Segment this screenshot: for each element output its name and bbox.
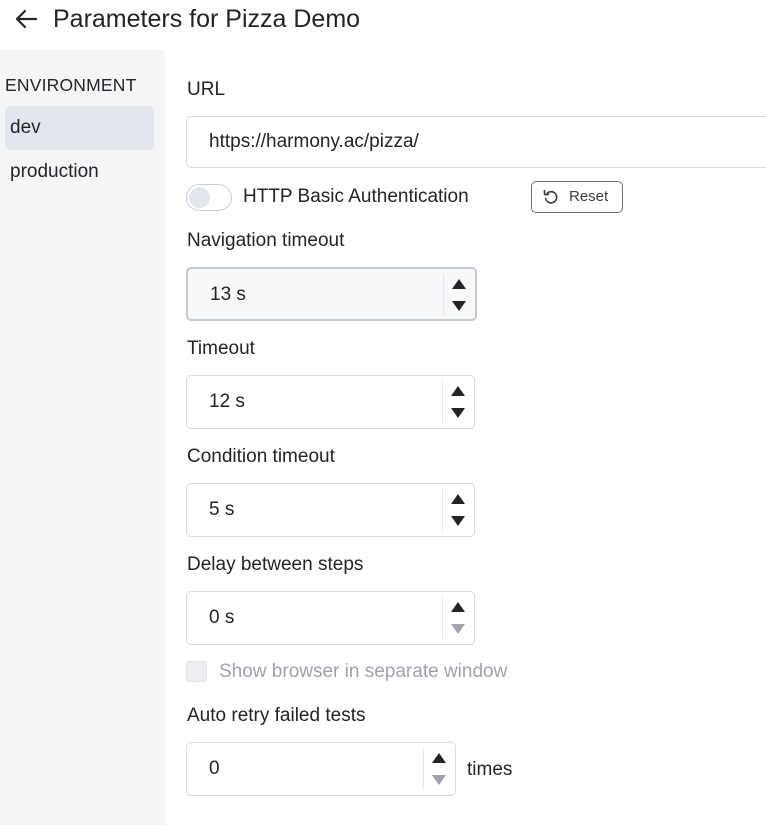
condition-timeout-decrement[interactable] [448,513,468,529]
timeout-decrement[interactable] [448,405,468,421]
navigation-timeout-increment[interactable] [449,276,469,292]
auto-retry-decrement[interactable] [429,772,449,788]
parameters-form: URL https://harmony.ac/pizza/ HTTP Basic… [165,50,766,825]
triangle-down-icon [432,775,446,785]
page-title: Parameters for Pizza Demo [53,5,361,33]
reset-button[interactable]: Reset [531,181,623,213]
url-input[interactable]: https://harmony.ac/pizza/ [186,116,766,168]
navigation-timeout-label: Navigation timeout [187,230,345,251]
stepper-divider [423,748,424,790]
url-value: https://harmony.ac/pizza/ [209,131,419,152]
basic-auth-toggle[interactable] [186,184,232,211]
header: Parameters for Pizza Demo [0,0,766,50]
delay-between-steps-decrement[interactable] [448,621,468,637]
triangle-up-icon [452,279,466,289]
stepper-divider [442,489,443,531]
delay-between-steps-increment[interactable] [448,599,468,615]
triangle-down-icon [452,301,466,311]
sidebar-item-production[interactable]: production [5,150,154,194]
undo-icon [543,189,558,204]
auto-retry-suffix: times [467,759,513,780]
basic-auth-label: HTTP Basic Authentication [243,186,469,207]
condition-timeout-input[interactable]: 5 s [186,483,475,537]
show-browser-label: Show browser in separate window [219,661,508,682]
navigation-timeout-input[interactable]: 13 s [186,267,477,321]
show-browser-checkbox[interactable] [186,661,207,682]
stepper-divider [442,381,443,423]
triangle-up-icon [451,386,465,396]
condition-timeout-value: 5 s [209,499,235,520]
triangle-down-icon [451,624,465,634]
sidebar-heading: ENVIRONMENT [5,75,137,95]
environment-sidebar: ENVIRONMENT dev production [0,50,165,825]
triangle-up-icon [451,602,465,612]
condition-timeout-label: Condition timeout [187,446,335,467]
arrow-left-icon[interactable] [12,7,40,31]
navigation-timeout-decrement[interactable] [449,298,469,314]
reset-label: Reset [569,188,609,205]
timeout-value: 12 s [209,391,245,412]
auto-retry-label: Auto retry failed tests [187,705,366,726]
triangle-up-icon [432,753,446,763]
auto-retry-input[interactable]: 0 [186,742,456,796]
sidebar-item-dev[interactable]: dev [5,106,154,150]
triangle-down-icon [451,516,465,526]
navigation-timeout-value: 13 s [210,284,246,305]
auto-retry-increment[interactable] [429,750,449,766]
stepper-divider [442,597,443,639]
url-label: URL [187,79,226,100]
auto-retry-value: 0 [209,758,220,779]
triangle-up-icon [451,494,465,504]
condition-timeout-increment[interactable] [448,491,468,507]
delay-between-steps-value: 0 s [209,607,235,628]
delay-between-steps-label: Delay between steps [187,554,364,575]
timeout-input[interactable]: 12 s [186,375,475,429]
timeout-label: Timeout [187,338,255,359]
stepper-divider [443,274,444,316]
toggle-knob [189,187,210,208]
delay-between-steps-input[interactable]: 0 s [186,591,475,645]
triangle-down-icon [451,408,465,418]
timeout-increment[interactable] [448,383,468,399]
